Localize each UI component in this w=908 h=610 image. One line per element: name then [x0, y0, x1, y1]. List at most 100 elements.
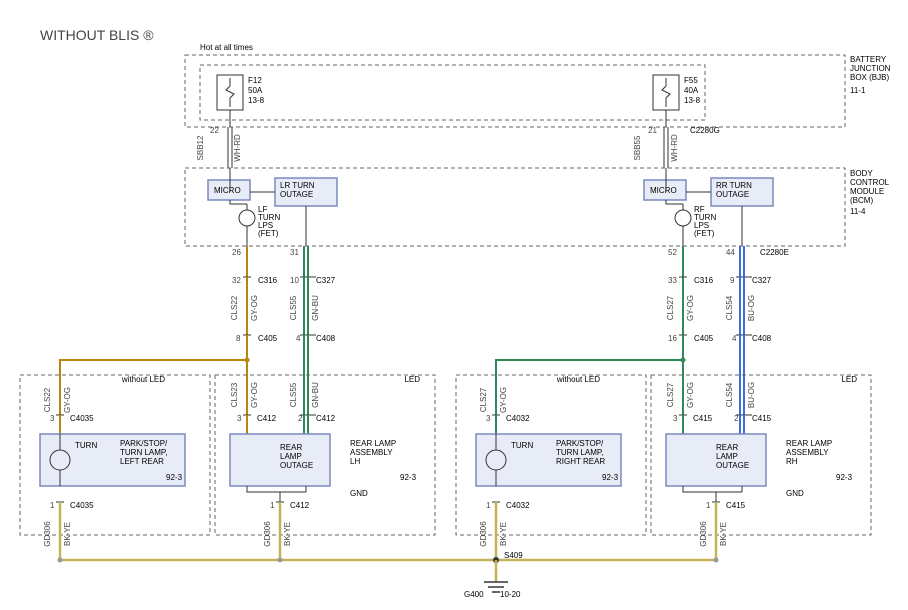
svg-text:CLS23: CLS23	[230, 382, 239, 407]
bjb-ref: 11-1	[850, 86, 866, 95]
svg-text:C412: C412	[290, 501, 310, 510]
svg-text:C316: C316	[258, 276, 278, 285]
svg-text:TURN: TURN	[75, 441, 97, 450]
svg-text:16: 16	[668, 334, 677, 343]
pin-22: 22	[210, 126, 219, 135]
svg-text:1: 1	[50, 501, 55, 510]
svg-text:50A: 50A	[248, 86, 263, 95]
svg-text:GND: GND	[786, 489, 804, 498]
bjb-box	[185, 55, 845, 127]
svg-text:LED: LED	[841, 375, 857, 384]
svg-text:LR TURNOUTAGE: LR TURNOUTAGE	[280, 181, 315, 199]
svg-text:10-20: 10-20	[500, 590, 521, 599]
svg-text:CLS27: CLS27	[666, 382, 675, 407]
svg-text:GY-OG: GY-OG	[250, 382, 259, 408]
svg-text:CLS54: CLS54	[725, 382, 734, 407]
svg-text:92-3: 92-3	[400, 473, 417, 482]
conn-c2280g: C2280G	[690, 126, 720, 135]
svg-text:C405: C405	[694, 334, 714, 343]
rf-fet: RFTURNLPS(FET)	[675, 204, 716, 246]
svg-text:GND: GND	[350, 489, 368, 498]
svg-text:13-8: 13-8	[248, 96, 265, 105]
svg-text:GY-OG: GY-OG	[499, 387, 508, 413]
svg-text:RFTURNLPS(FET): RFTURNLPS(FET)	[694, 205, 716, 238]
svg-text:13-8: 13-8	[684, 96, 701, 105]
svg-text:8: 8	[236, 334, 241, 343]
hot-label: Hot at all times	[200, 43, 253, 52]
svg-text:F12: F12	[248, 76, 262, 85]
bcm-ref: 11-4	[850, 207, 866, 216]
svg-text:C4035: C4035	[70, 414, 94, 423]
fuse-f12: F12 50A 13-8	[217, 75, 265, 110]
svg-text:C408: C408	[752, 334, 772, 343]
svg-text:BU-OG: BU-OG	[747, 295, 756, 321]
sbb12: SBB12	[196, 135, 205, 160]
bjb-inner	[200, 65, 705, 120]
svg-text:GY-OG: GY-OG	[63, 387, 72, 413]
svg-text:C415: C415	[693, 414, 713, 423]
svg-text:without LED: without LED	[121, 375, 165, 384]
svg-text:C408: C408	[316, 334, 336, 343]
svg-text:BK-YE: BK-YE	[719, 522, 728, 546]
sbb55: SBB55	[633, 135, 642, 160]
svg-text:BK-YE: BK-YE	[283, 522, 292, 546]
svg-text:BK-YE: BK-YE	[63, 522, 72, 546]
svg-text:RR TURNOUTAGE: RR TURNOUTAGE	[716, 181, 752, 199]
svg-text:C327: C327	[316, 276, 336, 285]
bjb-label: BATTERYJUNCTIONBOX (BJB)	[850, 55, 891, 82]
svg-text:92-3: 92-3	[836, 473, 853, 482]
svg-text:GD306: GD306	[699, 521, 708, 547]
svg-text:9: 9	[730, 276, 735, 285]
svg-text:LED: LED	[404, 375, 420, 384]
fuse-f55: F55 40A 13-8	[653, 75, 701, 110]
svg-text:92-3: 92-3	[602, 473, 619, 482]
svg-text:32: 32	[232, 276, 241, 285]
svg-text:GY-OG: GY-OG	[686, 295, 695, 321]
svg-text:GN-BU: GN-BU	[311, 382, 320, 408]
bcm-label: BODYCONTROLMODULE(BCM)	[850, 169, 890, 205]
svg-text:LFTURNLPS(FET): LFTURNLPS(FET)	[258, 205, 280, 238]
svg-text:BU-OG: BU-OG	[747, 382, 756, 408]
svg-text:40A: 40A	[684, 86, 699, 95]
svg-text:33: 33	[668, 276, 677, 285]
svg-text:C415: C415	[726, 501, 746, 510]
svg-text:52: 52	[668, 248, 677, 257]
svg-text:44: 44	[726, 248, 735, 257]
svg-text:C412: C412	[316, 414, 336, 423]
wiring-diagram: WITHOUT BLIS ® Hot at all times BATTERYJ…	[0, 0, 908, 610]
svg-text:GD306: GD306	[263, 521, 272, 547]
svg-text:C327: C327	[752, 276, 772, 285]
svg-text:CLS55: CLS55	[289, 295, 298, 320]
svg-text:without LED: without LED	[556, 375, 600, 384]
svg-text:C316: C316	[694, 276, 714, 285]
svg-text:1: 1	[486, 501, 491, 510]
svg-text:PARK/STOP/TURN LAMP,LEFT REAR: PARK/STOP/TURN LAMP,LEFT REAR	[120, 439, 168, 466]
svg-text:GN-BU: GN-BU	[311, 295, 320, 321]
svg-text:CLS55: CLS55	[289, 382, 298, 407]
svg-text:CLS27: CLS27	[666, 295, 675, 320]
svg-text:3: 3	[50, 414, 55, 423]
svg-text:REAR LAMPASSEMBLYRH: REAR LAMPASSEMBLYRH	[786, 439, 832, 466]
diagram-title: WITHOUT BLIS ®	[40, 27, 154, 43]
svg-text:C4032: C4032	[506, 414, 530, 423]
svg-text:CLS22: CLS22	[230, 295, 239, 320]
svg-text:10: 10	[290, 276, 299, 285]
svg-text:MICRO: MICRO	[650, 186, 677, 195]
svg-text:C412: C412	[257, 414, 277, 423]
svg-text:26: 26	[232, 248, 241, 257]
svg-text:CLS54: CLS54	[725, 295, 734, 320]
svg-text:1: 1	[270, 501, 275, 510]
svg-text:C4035: C4035	[70, 501, 94, 510]
svg-text:BK-YE: BK-YE	[499, 522, 508, 546]
wh-rd-2: WH-RD	[670, 134, 679, 162]
svg-text:CLS27: CLS27	[479, 387, 488, 412]
svg-text:GY-OG: GY-OG	[250, 295, 259, 321]
svg-text:3: 3	[673, 414, 678, 423]
svg-text:1: 1	[706, 501, 711, 510]
svg-text:G400: G400	[464, 590, 484, 599]
svg-text:3: 3	[237, 414, 242, 423]
svg-text:GY-OG: GY-OG	[686, 382, 695, 408]
pin-21: 21	[648, 126, 657, 135]
svg-text:31: 31	[290, 248, 299, 257]
svg-text:C4032: C4032	[506, 501, 530, 510]
